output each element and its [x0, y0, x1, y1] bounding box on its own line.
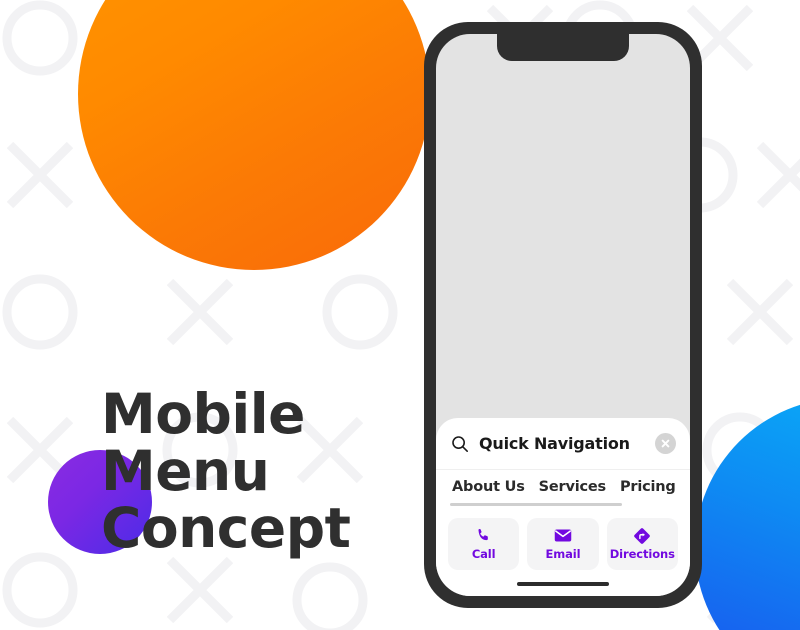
tab-services[interactable]: Services	[539, 479, 607, 495]
close-circle-icon[interactable]	[655, 433, 676, 454]
tab-about-us[interactable]: About Us	[452, 479, 525, 495]
quick-navigation-sheet: Quick Navigation About Us Services Prici…	[436, 418, 690, 596]
call-button[interactable]: Call	[448, 518, 520, 570]
page-title-line-2: Menu	[101, 439, 270, 503]
tab-list[interactable]: About Us Services Pricing B	[436, 470, 690, 504]
page-title: Mobile Menu Concept	[101, 382, 351, 560]
quick-actions: Call Email Directions	[436, 512, 690, 574]
directions-button[interactable]: Directions	[606, 518, 678, 570]
email-button[interactable]: Email	[527, 518, 599, 570]
tab-strip[interactable]: About Us Services Pricing B	[436, 470, 690, 512]
phone-notch-icon	[497, 34, 629, 61]
directions-sign-icon	[633, 527, 652, 544]
phone-mockup: Quick Navigation About Us Services Prici…	[424, 22, 702, 608]
directions-button-label: Directions	[609, 547, 675, 561]
page-title-line-3: Concept	[101, 496, 351, 560]
email-button-label: Email	[545, 547, 581, 561]
call-button-label: Call	[471, 547, 496, 561]
phone-screen: Quick Navigation About Us Services Prici…	[436, 34, 690, 596]
search-bar[interactable]: Quick Navigation	[436, 418, 690, 470]
home-indicator-icon	[517, 582, 609, 586]
search-input[interactable]: Quick Navigation	[479, 434, 651, 453]
phone-icon	[474, 527, 493, 544]
page-title-line-1: Mobile	[101, 382, 305, 446]
search-icon	[450, 434, 470, 454]
tab-pricing[interactable]: Pricing	[620, 479, 676, 495]
poster-canvas: Mobile Menu Concept Quick Navigation Abo…	[0, 0, 800, 630]
envelope-icon	[553, 527, 572, 544]
tab-scrollbar[interactable]	[450, 503, 622, 506]
